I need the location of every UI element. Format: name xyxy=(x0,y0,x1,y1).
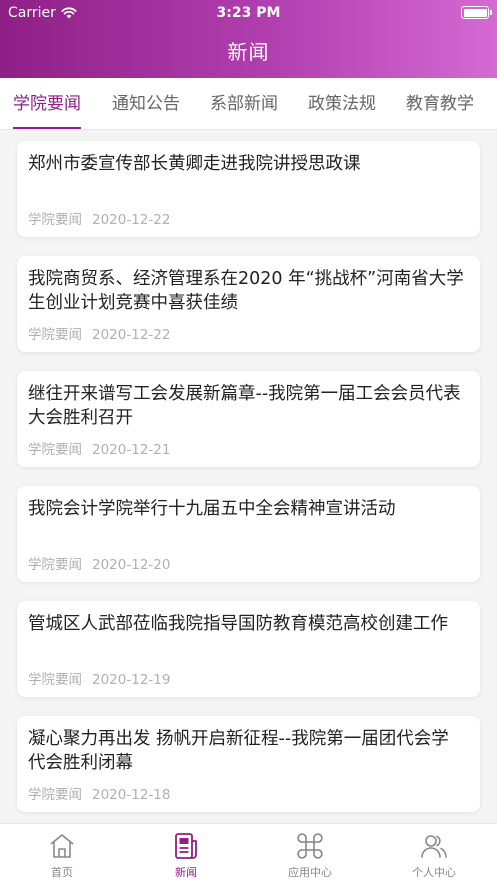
status-bar: Carrier 3:23 PM xyxy=(0,0,497,26)
news-title: 郑州市委宣传部长黄卿走进我院讲授思政课 xyxy=(28,154,361,174)
tabbar-home[interactable]: 首页 xyxy=(0,824,124,883)
battery-icon xyxy=(461,6,492,19)
news-card[interactable]: 郑州市委宣传部长黄卿走进我院讲授思政课 学院要闻 2020-12-22 xyxy=(17,141,480,237)
news-title: 继往开来谱写工会发展新篇章--我院第一届工会会员代表大会胜利召开 xyxy=(28,384,461,428)
tabbar-profile-label: 个人中心 xyxy=(412,866,456,879)
news-title: 我院商贸系、经济管理系在2020 年“挑战杯”河南省大学生创业计划竞赛中喜获佳绩 xyxy=(28,269,464,313)
page-title: 新闻 xyxy=(227,40,270,64)
news-meta: 学院要闻 2020-12-22 xyxy=(28,208,170,228)
news-date: 2020-12-22 xyxy=(92,327,171,343)
news-title: 我院会计学院举行十九届五中全会精神宣讲活动 xyxy=(28,499,396,519)
news-card[interactable]: 管城区人武部莅临我院指导国防教育模范高校创建工作 学院要闻 2020-12-19 xyxy=(17,601,480,697)
tab-education[interactable]: 教育教学 xyxy=(406,78,474,129)
news-meta: 学院要闻 2020-12-20 xyxy=(28,553,170,573)
news-date: 2020-12-21 xyxy=(92,442,171,458)
news-meta: 学院要闻 2020-12-19 xyxy=(28,668,170,688)
tabbar-news-label: 新闻 xyxy=(175,866,197,879)
news-meta: 学院要闻 2020-12-22 xyxy=(28,323,170,343)
news-title: 凝心聚力再出发 扬帆开启新征程--我院第一届团代会学代会胜利闭幕 xyxy=(28,729,449,773)
tabbar-apps[interactable]: 应用中心 xyxy=(248,824,372,883)
news-date: 2020-12-22 xyxy=(92,212,171,228)
news-list: 郑州市委宣传部长黄卿走进我院讲授思政课 学院要闻 2020-12-22 我院商贸系… xyxy=(0,131,497,823)
tab-college-news[interactable]: 学院要闻 xyxy=(13,78,81,129)
news-category: 学院要闻 xyxy=(28,787,82,803)
news-category: 学院要闻 xyxy=(28,212,82,228)
tabbar-profile[interactable]: 个人中心 xyxy=(372,824,496,883)
tab-department-news[interactable]: 系部新闻 xyxy=(210,78,278,129)
news-title: 管城区人武部莅临我院指导国防教育模范高校创建工作 xyxy=(28,614,448,634)
news-category: 学院要闻 xyxy=(28,557,82,573)
news-card[interactable]: 我院商贸系、经济管理系在2020 年“挑战杯”河南省大学生创业计划竞赛中喜获佳绩… xyxy=(17,256,480,352)
news-category: 学院要闻 xyxy=(28,442,82,458)
tab-notices[interactable]: 通知公告 xyxy=(112,78,180,129)
status-time: 3:23 PM xyxy=(216,5,281,21)
news-card[interactable]: 我院会计学院举行十九届五中全会精神宣讲活动 学院要闻 2020-12-20 xyxy=(17,486,480,582)
news-card[interactable]: 继往开来谱写工会发展新篇章--我院第一届工会会员代表大会胜利召开 学院要闻 202… xyxy=(17,371,480,467)
tabbar-apps-label: 应用中心 xyxy=(288,866,332,879)
command-icon xyxy=(297,833,323,859)
news-category: 学院要闻 xyxy=(28,672,82,688)
home-icon xyxy=(50,834,74,858)
news-icon xyxy=(175,833,197,859)
news-date: 2020-12-18 xyxy=(92,787,171,803)
news-date: 2020-12-19 xyxy=(92,672,171,688)
news-meta: 学院要闻 2020-12-21 xyxy=(28,438,170,458)
users-icon xyxy=(421,835,447,858)
news-meta: 学院要闻 2020-12-18 xyxy=(28,783,170,803)
news-date: 2020-12-20 xyxy=(92,557,171,573)
bottom-tab-bar: 首页 新闻 应用中心 个人中心 xyxy=(0,823,497,883)
tab-policies[interactable]: 政策法规 xyxy=(308,78,376,129)
tabbar-news[interactable]: 新闻 xyxy=(124,824,248,883)
category-tabs: 学院要闻 通知公告 系部新闻 政策法规 教育教学 xyxy=(0,78,497,130)
news-card[interactable]: 凝心聚力再出发 扬帆开启新征程--我院第一届团代会学代会胜利闭幕 学院要闻 202… xyxy=(17,716,480,812)
app-header: Carrier 3:23 PM 新闻 xyxy=(0,0,497,78)
tabbar-home-label: 首页 xyxy=(51,866,73,879)
news-category: 学院要闻 xyxy=(28,327,82,343)
